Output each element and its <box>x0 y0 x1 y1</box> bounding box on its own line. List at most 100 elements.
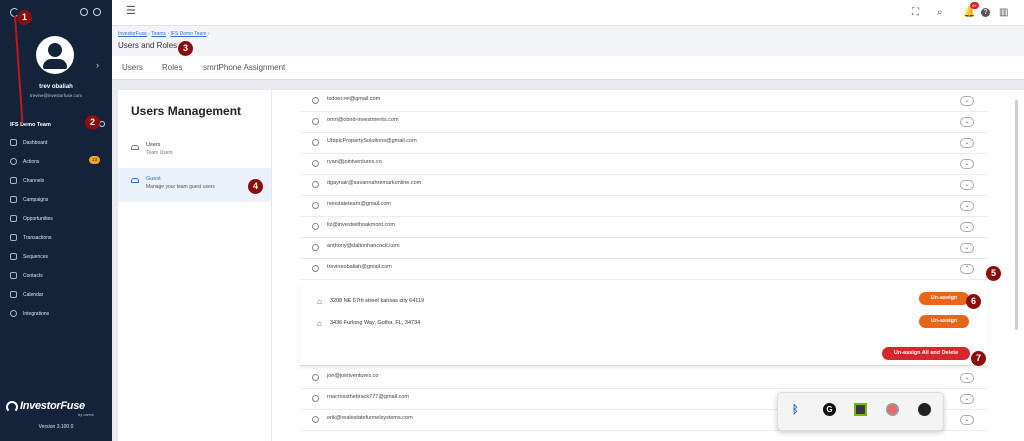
list-item[interactable]: ryan@jointventures.co ⌄ <box>300 154 988 175</box>
chevron-down-icon[interactable]: ⌄ <box>960 159 974 169</box>
property-row: ⌂ 3208 NE 67th street kansas city 64119 <box>317 297 425 306</box>
property-row: ⌂ 3436 Furlong Way, Gotha, FL, 34734 <box>317 319 421 328</box>
sidebar-item-integrations[interactable]: Integrations <box>10 310 49 320</box>
chevron-down-icon[interactable]: ⌄ <box>960 138 974 148</box>
annotation-badge-6: 6 <box>966 294 981 309</box>
sidebar-item-transactions[interactable]: Transactions <box>10 234 51 244</box>
chevron-down-icon[interactable]: ⌄ <box>960 243 974 253</box>
breadcrumb-area: InvestorFuse › Teams › IFS Demo Team › U… <box>112 26 1024 56</box>
team-name[interactable]: IFS Demo Team <box>10 122 51 128</box>
tabs: Users Roles smrtPhone Assignment <box>112 56 1024 80</box>
actions-count-badge: 13 <box>89 156 100 164</box>
sidebar-item-actions[interactable]: Actions <box>10 158 39 168</box>
chevron-down-icon[interactable]: ⌄ <box>960 222 974 232</box>
user-email: txdoer.rei@gmail.com <box>327 96 381 102</box>
breadcrumb-investorfuse[interactable]: InvestorFuse <box>118 31 147 37</box>
calendar-icon <box>10 291 17 298</box>
list-item[interactable]: trevineobaliah@gmail.com ⌃ <box>300 259 988 280</box>
guest-icon <box>131 178 139 183</box>
chevron-down-icon[interactable]: ⌄ <box>960 117 974 127</box>
list-item[interactable]: txdoer.rei@gmail.com ⌄ <box>300 91 988 112</box>
app-icon[interactable] <box>918 403 931 416</box>
chevron-up-icon[interactable]: ⌃ <box>960 264 974 274</box>
contacts-icon <box>10 272 17 279</box>
user-icon <box>312 374 319 381</box>
user-email: omri@obnd-investments.com <box>327 117 399 123</box>
search-icon[interactable]: ⌕ <box>937 6 943 20</box>
breadcrumb-team[interactable]: IFS Demo Team <box>170 31 206 37</box>
user-email: erik@realestatefunnelsystems.com <box>327 415 413 421</box>
nvidia-icon[interactable] <box>854 403 867 416</box>
sidebar-item-channels[interactable]: Channels <box>10 177 44 187</box>
chevron-down-icon[interactable]: ⌄ <box>960 415 974 425</box>
users-icon <box>131 145 139 150</box>
user-icon <box>312 160 319 167</box>
help-icon[interactable]: ? <box>981 8 990 17</box>
list-item[interactable]: liz@investwithoakmont.com ⌄ <box>300 217 988 238</box>
expand-sidebar-icon[interactable]: › <box>96 60 99 70</box>
list-item[interactable]: dgaynair@savannahremarkonline.com ⌄ <box>300 175 988 196</box>
notification-badge: 9+ <box>970 2 979 9</box>
breadcrumb: InvestorFuse › Teams › IFS Demo Team › <box>118 31 210 37</box>
user-email: liz@investwithoakmont.com <box>327 222 395 228</box>
users-nav[interactable]: Users Team Users <box>118 135 271 165</box>
unassign-all-delete-button[interactable]: Un-assign All and Delete <box>882 347 970 360</box>
list-item[interactable]: anthony@daltonhancock.com ⌄ <box>300 238 988 259</box>
book-icon[interactable]: ▥ <box>999 6 1008 20</box>
chevron-down-icon[interactable]: ⌄ <box>960 96 974 106</box>
list-item[interactable]: omri@obnd-investments.com ⌄ <box>300 112 988 133</box>
channels-icon <box>10 177 17 184</box>
bluetooth-icon[interactable]: ᛒ <box>792 404 799 416</box>
list-item[interactable]: joe@jointventures.co ⌄ <box>300 368 988 389</box>
fullscreen-icon[interactable]: ⛶ <box>912 6 919 20</box>
user-icon <box>312 223 319 230</box>
user-email: joe@jointventures.co <box>327 373 379 379</box>
tab-smrtphone[interactable]: smrtPhone Assignment <box>203 63 285 72</box>
actions-icon <box>10 158 17 165</box>
user-email: rnacrossthebrack777@gmail.com <box>327 394 410 400</box>
version: Version 3.100.0 <box>38 424 74 430</box>
avatar[interactable] <box>36 36 74 74</box>
list-item[interactable]: reiostateteam@gmail.com ⌄ <box>300 196 988 217</box>
menu-icon[interactable]: ☰ <box>126 4 136 18</box>
users-management-card: Users Management Users Team Users Guest … <box>118 90 272 441</box>
unassign-button[interactable]: Un-assign <box>919 292 969 305</box>
chevron-down-icon[interactable]: ⌄ <box>960 180 974 190</box>
user-icon[interactable] <box>93 8 101 16</box>
sidebar-item-opportunities[interactable]: Opportunities <box>10 215 53 225</box>
sidebar-item-sequences[interactable]: Sequences <box>10 253 48 263</box>
tab-users[interactable]: Users <box>122 63 143 72</box>
transactions-icon <box>10 234 17 241</box>
expanded-panel: ⌂ 3208 NE 67th street kansas city 64119 … <box>300 283 988 366</box>
user-email: dgaynair@savannahremarkonline.com <box>327 180 422 186</box>
annotation-badge-3: 3 <box>178 41 193 56</box>
user-email: anthony@daltonhancock.com <box>327 243 400 249</box>
user-icon <box>312 202 319 209</box>
tab-roles[interactable]: Roles <box>162 63 182 72</box>
chevron-down-icon[interactable]: ⌄ <box>960 373 974 383</box>
sidebar-item-contacts[interactable]: Contacts <box>10 272 43 282</box>
grammarly-icon[interactable]: G <box>823 403 836 416</box>
chevron-down-icon[interactable]: ⌄ <box>960 201 974 211</box>
user-icon <box>312 244 319 251</box>
chevron-down-icon[interactable]: ⌄ <box>960 394 974 404</box>
scrollbar[interactable] <box>1015 100 1018 330</box>
list-item[interactable]: UtopicPropertySolutions@gmail.com ⌄ <box>300 133 988 154</box>
user-email: ryan@jointventures.co <box>327 159 382 165</box>
logo-mark-icon <box>6 401 18 413</box>
user-email: reiostateteam@gmail.com <box>327 201 391 207</box>
user-icon <box>312 97 319 104</box>
breadcrumb-teams[interactable]: Teams <box>151 31 166 37</box>
page-title: Users and Roles <box>118 41 178 50</box>
sidebar-item-calendar[interactable]: Calendar <box>10 291 43 301</box>
user-name: trev obaliah <box>39 84 73 90</box>
user-email: trevine@investorfuse.com <box>29 93 83 98</box>
sidebar-item-campaigns[interactable]: Campaigns <box>10 196 48 206</box>
unassign-button[interactable]: Un-assign <box>919 315 969 328</box>
house-icon: ⌂ <box>317 297 322 306</box>
network-icon[interactable] <box>886 403 899 416</box>
user-icon <box>312 181 319 188</box>
settings-icon[interactable] <box>80 8 88 16</box>
sidebar-item-dashboard[interactable]: Dashboard <box>10 139 47 149</box>
annotation-badge-7: 7 <box>971 351 986 366</box>
